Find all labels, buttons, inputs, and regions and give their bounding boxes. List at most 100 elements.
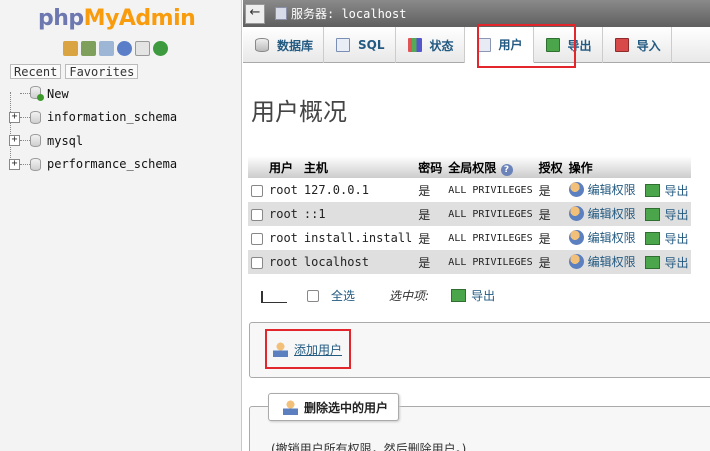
header-grant[interactable]: 授权 xyxy=(535,156,566,178)
header-checkbox xyxy=(248,156,266,178)
edit-privileges-link[interactable]: 编辑权限 xyxy=(568,229,636,246)
edit-privileges-label: 编辑权限 xyxy=(587,254,636,269)
edit-privileges-link[interactable]: 编辑权限 xyxy=(568,181,636,198)
logo-php: php xyxy=(38,6,84,31)
tab-sql[interactable]: SQL xyxy=(324,27,396,63)
cell-password: 是 xyxy=(415,250,446,274)
expand-icon[interactable]: + xyxy=(9,158,20,170)
cell-privileges: ALL PRIVILEGES xyxy=(445,226,536,250)
export-icon xyxy=(645,207,661,221)
help-icon[interactable] xyxy=(117,41,132,56)
cell-host: localhost xyxy=(300,250,416,274)
tree-item-mysql[interactable]: + mysql xyxy=(6,129,240,153)
cell-user: root xyxy=(266,202,301,226)
export-link[interactable]: 导出 xyxy=(645,254,688,271)
row-checkbox[interactable] xyxy=(251,184,263,197)
header-action: 操作 xyxy=(565,156,692,178)
breadcrumb-server[interactable]: 服务器: localhost xyxy=(275,5,406,22)
reload-icon[interactable] xyxy=(153,41,168,56)
select-all-label[interactable]: 全选 xyxy=(331,287,355,304)
cell-privileges: ALL PRIVILEGES xyxy=(445,250,536,274)
row-checkbox[interactable] xyxy=(251,232,263,245)
bulk-actions-row: 全选 选中项: 导出 xyxy=(257,287,495,304)
server-breadcrumb-bar: ← 服务器: localhost xyxy=(243,0,710,27)
status-icon xyxy=(407,38,422,52)
tab-databases[interactable]: 数据库 xyxy=(243,27,325,63)
row-checkbox[interactable] xyxy=(251,208,263,221)
users-table: 用户 主机 密码 全局权限 ? 授权 操作 root 127.0.0.1 是 A… xyxy=(248,156,692,274)
cell-privileges: ALL PRIVILEGES xyxy=(445,178,536,202)
help-icon[interactable]: ? xyxy=(500,163,513,176)
cell-user: root xyxy=(266,178,301,202)
quick-icons xyxy=(63,41,168,56)
tab-import[interactable]: 导入 xyxy=(603,27,672,63)
edit-privileges-label: 编辑权限 xyxy=(587,206,636,221)
edit-privileges-label: 编辑权限 xyxy=(587,230,636,245)
edit-privileges-icon xyxy=(568,253,584,269)
tab-label: 数据库 xyxy=(277,38,314,53)
header-user[interactable]: 用户 xyxy=(266,156,301,178)
navigation-panel: phpMyAdmin Recent Favorites New + inform… xyxy=(0,0,242,451)
tree-item-label[interactable]: information_schema xyxy=(47,110,177,124)
cell-grant: 是 xyxy=(535,202,566,226)
row-checkbox[interactable] xyxy=(251,256,263,269)
query-window-icon[interactable] xyxy=(99,41,114,56)
page-title: 用户概况 xyxy=(251,98,347,126)
export-link[interactable]: 导出 xyxy=(645,206,688,223)
collapse-nav-button[interactable]: ← xyxy=(245,3,265,24)
tree-item-information-schema[interactable]: + information_schema xyxy=(6,106,240,130)
database-icon xyxy=(255,38,269,52)
header-host[interactable]: 主机 xyxy=(300,156,416,178)
table-header-row: 用户 主机 密码 全局权限 ? 授权 操作 xyxy=(248,156,692,178)
bulk-export-label: 导出 xyxy=(471,289,496,303)
export-label: 导出 xyxy=(664,231,689,246)
cell-grant: 是 xyxy=(535,250,566,274)
database-icon xyxy=(30,157,41,171)
cell-host: install.install xyxy=(300,226,416,250)
with-selected-label: 选中项: xyxy=(389,289,430,303)
expand-icon[interactable]: + xyxy=(9,135,20,146)
favorites-tab[interactable]: Favorites xyxy=(65,64,139,79)
edit-privileges-icon xyxy=(568,205,584,221)
tree-item-label[interactable]: performance_schema xyxy=(47,157,177,171)
recent-tab[interactable]: Recent xyxy=(10,64,62,79)
database-icon xyxy=(30,110,41,124)
delete-user-icon xyxy=(283,399,298,415)
home-icon[interactable] xyxy=(63,41,78,56)
highlight-users-tab xyxy=(477,24,576,68)
cell-user: root xyxy=(266,250,301,274)
main-panel: ← 服务器: localhost 数据库 SQL 状态 用户 导出 导入 用户概… xyxy=(243,0,710,451)
select-all-checkbox[interactable] xyxy=(307,289,319,302)
export-icon xyxy=(645,255,661,269)
database-icon xyxy=(30,134,41,147)
edit-privileges-link[interactable]: 编辑权限 xyxy=(568,205,636,222)
tree-item-label[interactable]: New xyxy=(47,87,69,101)
tab-status[interactable]: 状态 xyxy=(396,27,465,63)
tab-label: 状态 xyxy=(429,38,454,53)
tab-label: SQL xyxy=(358,38,385,52)
cell-host: 127.0.0.1 xyxy=(300,178,416,202)
export-link[interactable]: 导出 xyxy=(645,230,688,247)
export-link[interactable]: 导出 xyxy=(645,182,688,199)
docs-icon[interactable] xyxy=(135,41,150,56)
header-password[interactable]: 密码 xyxy=(415,156,446,178)
tree-item-performance-schema[interactable]: + performance_schema xyxy=(6,153,240,177)
expand-icon[interactable]: + xyxy=(9,111,20,123)
delete-note: (撤销用户所有权限，然后删除用户。) xyxy=(271,442,467,451)
tree-item-label[interactable]: mysql xyxy=(47,134,83,148)
phpmyadmin-logo[interactable]: phpMyAdmin xyxy=(38,6,196,36)
bulk-export-button[interactable]: 导出 xyxy=(451,287,495,304)
header-global-privileges[interactable]: 全局权限 ? xyxy=(445,156,536,178)
table-row: root ::1 是 ALL PRIVILEGES 是 编辑权限 导出 xyxy=(248,202,692,226)
export-label: 导出 xyxy=(664,255,689,270)
tree-item-new[interactable]: New xyxy=(6,82,240,106)
edit-privileges-link[interactable]: 编辑权限 xyxy=(568,253,636,270)
database-tree: New + information_schema + mysql + perfo… xyxy=(6,82,240,176)
arrow-up-icon xyxy=(257,289,287,303)
exit-icon[interactable] xyxy=(81,41,96,56)
table-row: root localhost 是 ALL PRIVILEGES 是 编辑权限 导… xyxy=(248,250,692,274)
delete-legend-label: 删除选中的用户 xyxy=(304,400,389,415)
cell-password: 是 xyxy=(415,226,446,250)
export-label: 导出 xyxy=(664,183,689,198)
table-row: root install.install 是 ALL PRIVILEGES 是 … xyxy=(248,226,692,250)
